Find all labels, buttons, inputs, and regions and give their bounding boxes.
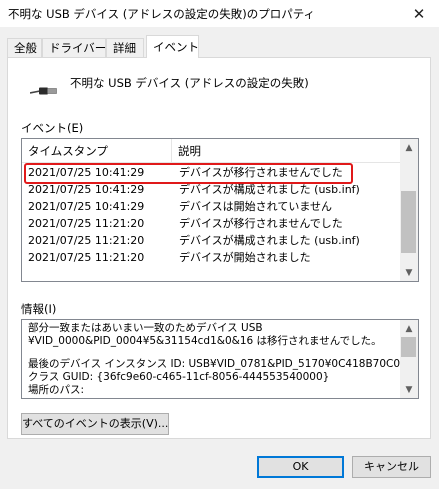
- event-timestamp: 2021/07/25 11:21:20: [28, 251, 145, 264]
- event-timestamp: 2021/07/25 10:41:29: [28, 183, 145, 196]
- usb-cable-icon: [30, 87, 57, 95]
- info-scrollbar[interactable]: ▲ ▼: [400, 320, 418, 398]
- event-description: デバイスが移行されませんでした: [179, 166, 343, 179]
- scroll-up-icon[interactable]: ▲: [400, 139, 418, 156]
- info-line: クラス GUID: {36fc9e60-c465-11cf-8056-44455…: [28, 371, 330, 383]
- event-description: デバイスが移行されませんでした: [179, 217, 343, 230]
- info-line: ¥VID_0000&PID_0004¥5&31154cd1&0&16 は移行され…: [28, 335, 382, 347]
- event-timestamp: 2021/07/25 10:41:29: [28, 200, 145, 213]
- dialog-body: 全般 ドライバー 詳細 イベント 不明な USB デバイス (アドレスの設定の失…: [0, 27, 439, 489]
- ok-button[interactable]: OK: [257, 456, 344, 478]
- column-header-timestamp[interactable]: タイムスタンプ: [22, 139, 172, 163]
- scroll-down-icon[interactable]: ▼: [400, 264, 418, 281]
- scroll-down-icon[interactable]: ▼: [400, 381, 418, 398]
- info-textbox[interactable]: 部分一致またはあいまい一致のためデバイス USB ¥VID_0000&PID_0…: [21, 319, 419, 399]
- events-scroll-thumb[interactable]: [401, 190, 416, 253]
- show-all-events-button[interactable]: すべてのイベントの表示(V)...: [21, 413, 169, 435]
- events-list-rows: 2021/07/25 10:41:29 デバイスが移行されませんでした 2021…: [22, 164, 401, 266]
- event-row[interactable]: 2021/07/25 11:21:20 デバイスが開始されました: [22, 249, 401, 266]
- event-row[interactable]: 2021/07/25 10:41:29 デバイスが移行されませんでした: [22, 164, 401, 181]
- event-row[interactable]: 2021/07/25 11:21:20 デバイスが移行されませんでした: [22, 215, 401, 232]
- info-line: 場所のパス:: [28, 384, 85, 396]
- event-row[interactable]: 2021/07/25 11:21:20 デバイスが構成されました (usb.in…: [22, 232, 401, 249]
- scroll-up-icon[interactable]: ▲: [400, 320, 418, 337]
- info-label: 情報(I): [21, 302, 57, 316]
- window-title: 不明な USB デバイス (アドレスの設定の失敗)のプロパティ: [8, 7, 316, 21]
- event-timestamp: 2021/07/25 10:41:29: [28, 166, 145, 179]
- info-line: [28, 348, 400, 358]
- event-row[interactable]: 2021/07/25 10:41:29 デバイスが構成されました (usb.in…: [22, 181, 401, 198]
- event-description: デバイスは開始されていません: [179, 200, 333, 213]
- events-list[interactable]: タイムスタンプ 説明 2021/07/25 10:41:29 デバイスが移行され…: [21, 138, 419, 282]
- info-scroll-thumb[interactable]: [401, 337, 416, 357]
- event-row[interactable]: 2021/07/25 10:41:29 デバイスは開始されていません: [22, 198, 401, 215]
- tab-general[interactable]: 全般: [7, 38, 42, 57]
- event-timestamp: 2021/07/25 11:21:20: [28, 217, 145, 230]
- event-description: デバイスが開始されました: [179, 251, 311, 264]
- tab-details[interactable]: 詳細: [106, 38, 144, 57]
- event-description: デバイスが構成されました (usb.inf): [179, 234, 360, 247]
- events-tab-panel: 不明な USB デバイス (アドレスの設定の失敗) イベント(E) タイムスタン…: [7, 57, 431, 439]
- cancel-button[interactable]: キャンセル: [352, 456, 431, 478]
- info-line: 最後のデバイス インスタンス ID: USB¥VID_0781&PID_5170…: [28, 358, 400, 370]
- title-bar: 不明な USB デバイス (アドレスの設定の失敗)のプロパティ ✕: [0, 0, 439, 27]
- tab-driver[interactable]: ドライバー: [42, 38, 106, 57]
- events-list-header: タイムスタンプ 説明: [22, 139, 401, 163]
- close-button[interactable]: ✕: [399, 0, 439, 27]
- info-line: 部分一致またはあいまい一致のためデバイス USB: [28, 322, 263, 334]
- column-header-description[interactable]: 説明: [172, 139, 401, 163]
- events-label: イベント(E): [21, 121, 84, 135]
- event-description: デバイスが構成されました (usb.inf): [179, 183, 360, 196]
- info-text: 部分一致またはあいまい一致のためデバイス USB ¥VID_0000&PID_0…: [28, 322, 400, 397]
- device-name: 不明な USB デバイス (アドレスの設定の失敗): [70, 76, 309, 90]
- events-scrollbar[interactable]: ▲ ▼: [400, 139, 418, 281]
- tab-events[interactable]: イベント: [146, 35, 199, 58]
- close-icon: ✕: [412, 4, 426, 23]
- event-timestamp: 2021/07/25 11:21:20: [28, 234, 145, 247]
